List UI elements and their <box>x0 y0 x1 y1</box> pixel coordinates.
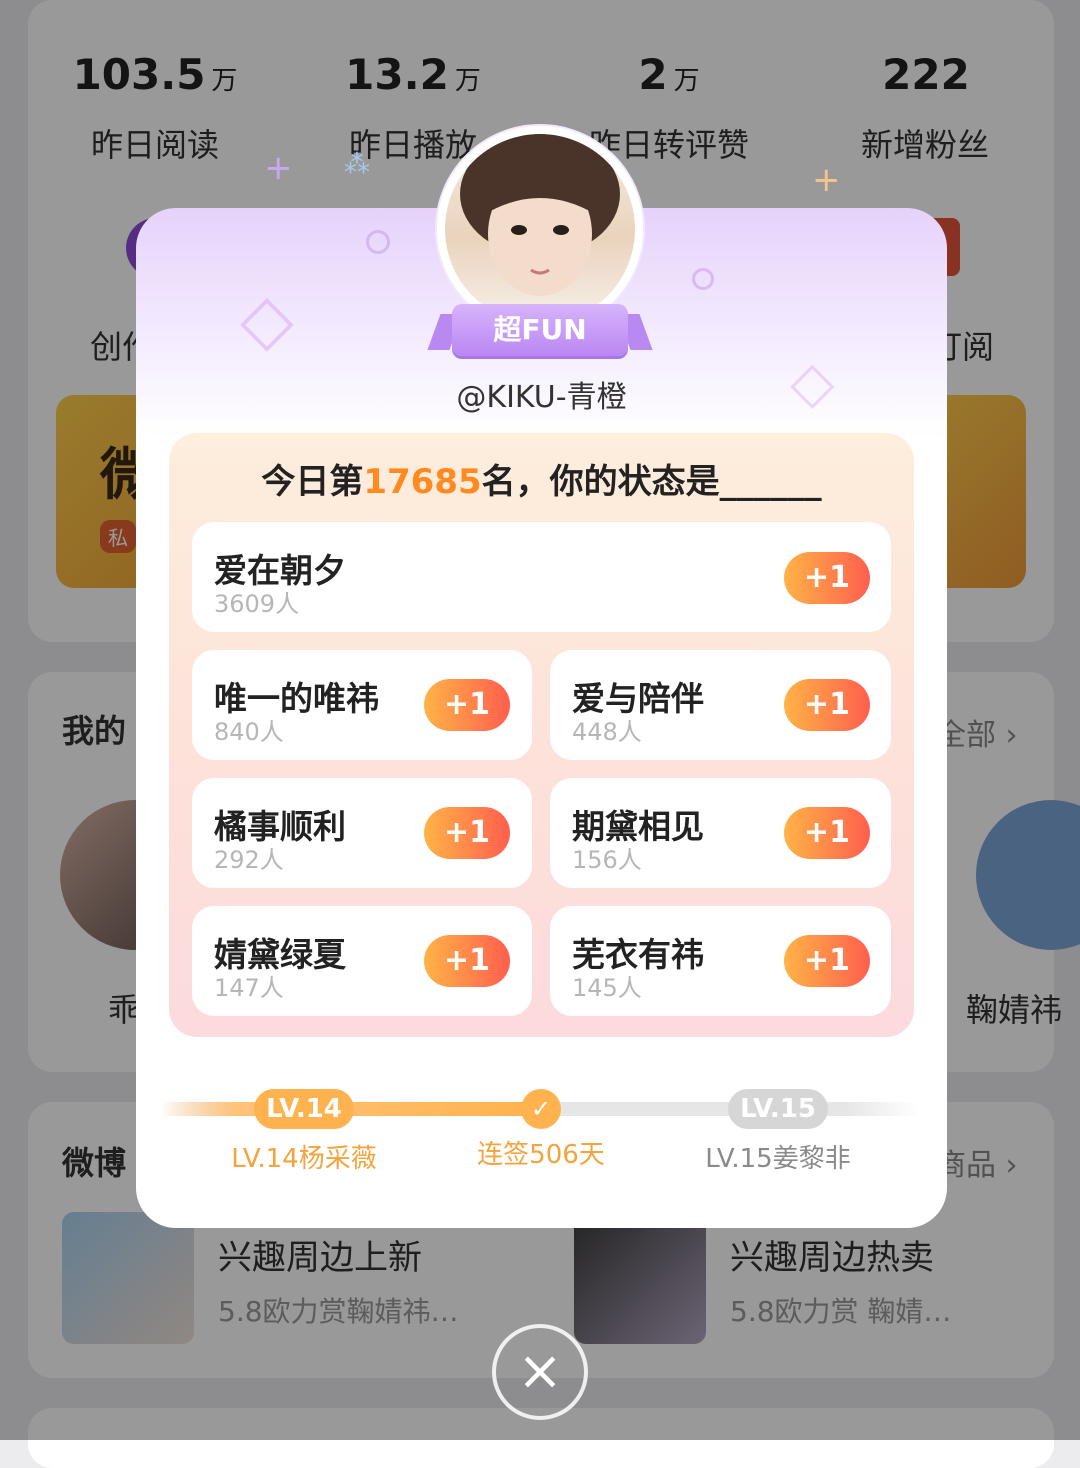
plus-one-button[interactable]: +1 <box>784 679 870 731</box>
status-option[interactable]: 唯一的唯祎 840人 +1 <box>192 650 532 760</box>
sparkle-plus-right-icon: + <box>812 160 841 200</box>
status-option[interactable]: 爱与陪伴 448人 +1 <box>550 650 891 760</box>
streak-caption: 连签506天 <box>477 1140 605 1170</box>
plus-one-button[interactable]: +1 <box>424 679 510 731</box>
status-option[interactable]: 期黛相见 156人 +1 <box>550 778 891 888</box>
checkmark-icon: ✓ <box>521 1089 561 1129</box>
user-avatar[interactable] <box>437 126 643 332</box>
rank-suffix: 名，你的状态是______ <box>481 462 822 502</box>
sparkle-burst-icon: ⁂ <box>344 150 370 180</box>
status-option-count: 448人 <box>572 718 642 746</box>
diamond-left-icon: ◇ <box>240 278 294 360</box>
status-option[interactable]: 婧黛绿夏 147人 +1 <box>192 906 532 1016</box>
sparkle-plus-left-icon: + <box>264 148 293 188</box>
avatar-portrait-icon <box>460 134 620 324</box>
status-option-count: 3609人 <box>214 590 300 618</box>
bubble-left-icon <box>366 230 390 254</box>
status-option-count: 147人 <box>214 974 284 1002</box>
status-option[interactable]: 芜衣有祎 145人 +1 <box>550 906 891 1016</box>
rank-title: 今日第17685名，你的状态是______ <box>169 454 914 503</box>
status-option-count: 292人 <box>214 846 284 874</box>
avatar-photo <box>445 134 635 324</box>
plus-one-button[interactable]: +1 <box>424 935 510 987</box>
bubble-right-icon <box>692 268 714 290</box>
current-level-badge: LV.14 <box>254 1089 354 1129</box>
status-option[interactable]: 爱在朝夕 3609人 +1 <box>192 522 891 632</box>
plus-one-button[interactable]: +1 <box>784 807 870 859</box>
member-badge: 超FUN <box>452 304 628 356</box>
next-level-badge: LV.15 <box>728 1089 828 1129</box>
username: @KIKU-青橙 <box>456 380 627 415</box>
rank-prefix: 今日第 <box>261 462 364 502</box>
rank-number: 17685 <box>363 462 482 502</box>
current-level-caption: LV.14杨采薇 <box>231 1144 377 1174</box>
close-button[interactable]: × <box>492 1324 588 1420</box>
plus-one-button[interactable]: +1 <box>424 807 510 859</box>
status-option-count: 145人 <box>572 974 642 1002</box>
plus-one-button[interactable]: +1 <box>784 552 870 604</box>
status-option-count: 156人 <box>572 846 642 874</box>
status-option-count: 840人 <box>214 718 284 746</box>
next-level-caption: LV.15姜黎非 <box>705 1144 851 1174</box>
status-option[interactable]: 橘事顺利 292人 +1 <box>192 778 532 888</box>
plus-one-button[interactable]: +1 <box>784 935 870 987</box>
